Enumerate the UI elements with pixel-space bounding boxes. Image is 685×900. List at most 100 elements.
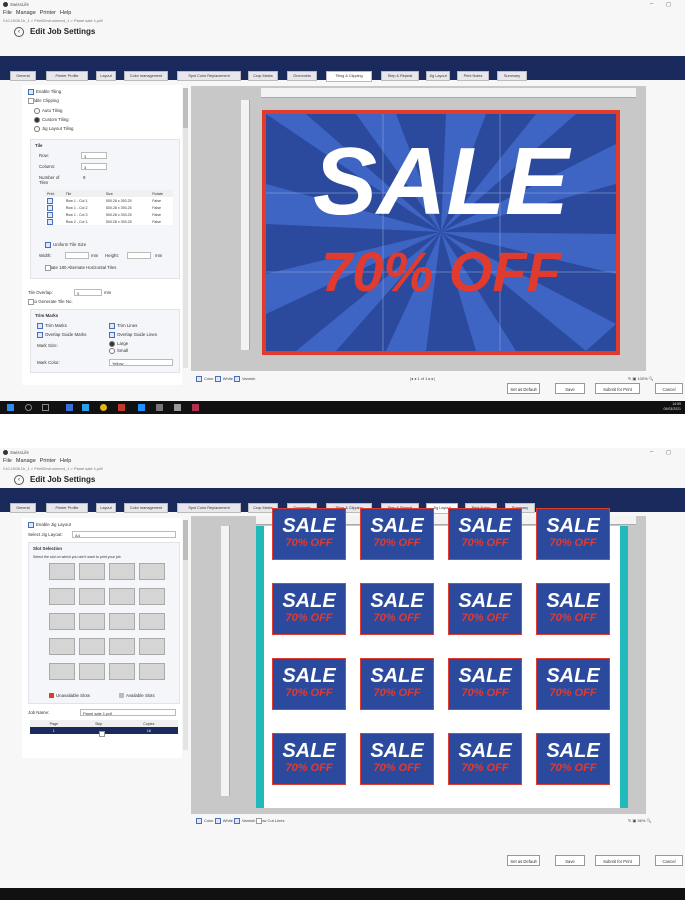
- search-icon[interactable]: [25, 404, 32, 411]
- zoom-level[interactable]: 100%: [637, 376, 647, 381]
- jig-slot[interactable]: [109, 638, 135, 655]
- app-icon[interactable]: [118, 404, 125, 411]
- preview-canvas[interactable]: SALE 70% OFF: [191, 86, 646, 371]
- enable-jig-checkbox[interactable]: Enable Jig Layout: [28, 522, 71, 528]
- tab-printer-profile[interactable]: Printer Profile: [46, 71, 88, 81]
- maximize-button[interactable]: ◻: [666, 449, 671, 456]
- first-page-icon[interactable]: |◂: [410, 376, 413, 381]
- task-view-icon[interactable]: [42, 404, 49, 411]
- save-button[interactable]: Save: [555, 383, 585, 394]
- tab-summary[interactable]: Summary: [497, 71, 527, 81]
- tab-step-repeat[interactable]: Step & Repeat: [381, 71, 419, 81]
- jig-slot[interactable]: [79, 613, 105, 630]
- tile-overlap-field[interactable]: 0: [74, 289, 102, 296]
- tab-grommets[interactable]: Grommets: [287, 71, 317, 81]
- tab-jig-layout[interactable]: Jig Layout: [426, 71, 450, 81]
- back-arrow-icon[interactable]: ‹: [14, 475, 24, 485]
- tab-general[interactable]: General: [10, 503, 36, 513]
- jig-slot[interactable]: [139, 563, 165, 580]
- cancel-button[interactable]: Cancel: [655, 383, 683, 394]
- tab-tiling-clipping[interactable]: Tiling & Clipping: [326, 71, 372, 82]
- varnish-checkbox[interactable]: [234, 818, 241, 824]
- windows-start-icon[interactable]: [7, 404, 14, 411]
- jig-slot[interactable]: [49, 663, 75, 680]
- skip-cell[interactable]: [78, 727, 120, 737]
- jig-slot[interactable]: [139, 638, 165, 655]
- panel-scrollbar[interactable]: [183, 520, 188, 750]
- small-radio[interactable]: Small: [109, 348, 128, 354]
- jig-slot[interactable]: [49, 613, 75, 630]
- jig-slot[interactable]: [139, 663, 165, 680]
- jig-slot[interactable]: [109, 563, 135, 580]
- custom-tiling-radio[interactable]: Custom Tiling: [34, 117, 69, 123]
- fit-icon[interactable]: ▣: [632, 818, 636, 823]
- overlap-guide-marks-checkbox[interactable]: Overlap Guide Marks: [37, 332, 86, 338]
- zoom-icon[interactable]: 🔍: [649, 376, 654, 381]
- height-field[interactable]: [127, 252, 151, 259]
- jig-slot[interactable]: [49, 563, 75, 580]
- print-checkbox[interactable]: [47, 218, 53, 225]
- menu-file[interactable]: File: [3, 10, 12, 16]
- color-checkbox[interactable]: [196, 376, 202, 382]
- last-page-icon[interactable]: ▸|: [432, 376, 435, 381]
- white-checkbox[interactable]: [214, 376, 221, 382]
- panel-scrollbar[interactable]: [183, 88, 188, 368]
- enable-tiling-checkbox[interactable]: Enable Tiling: [28, 89, 61, 95]
- prev-page-icon[interactable]: ◂: [414, 376, 416, 381]
- large-radio[interactable]: Large: [109, 341, 128, 347]
- jig-slot[interactable]: [139, 613, 165, 630]
- jig-slot[interactable]: [139, 588, 165, 605]
- table-row[interactable]: Row 2 - Col 1 500.28 x 393.25 False: [45, 218, 173, 225]
- jig-slot[interactable]: [79, 638, 105, 655]
- skip-checkbox[interactable]: [98, 730, 105, 737]
- jig-slot[interactable]: [49, 638, 75, 655]
- varnish-checkbox[interactable]: [234, 376, 241, 382]
- tab-layout[interactable]: Layout: [96, 503, 116, 513]
- refresh-icon[interactable]: ↻: [628, 376, 631, 381]
- save-button[interactable]: Save: [555, 855, 585, 866]
- minimize-button[interactable]: –: [650, 1, 653, 7]
- uniform-tile-size-checkbox[interactable]: Uniform Tile Size: [45, 242, 86, 248]
- tab-printer-profile[interactable]: Printer Profile: [46, 503, 88, 513]
- jig-slot[interactable]: [49, 588, 75, 605]
- auto-generate-checkbox[interactable]: Auto Generate Tile No.: [28, 299, 73, 305]
- zoom-level[interactable]: 36%: [637, 818, 645, 823]
- enable-clipping-checkbox[interactable]: Enable Clipping: [28, 98, 59, 104]
- row-stepper[interactable]: 3: [81, 152, 107, 159]
- maximize-button[interactable]: ◻: [666, 1, 671, 8]
- set-as-default-button[interactable]: Set as Default: [507, 855, 540, 866]
- app-icon[interactable]: [156, 404, 163, 411]
- mark-color-select[interactable]: Yellow: [109, 359, 173, 366]
- jig-preview-canvas[interactable]: SALE 70% OFF SALE 70% OFF SALE 70% OFF SALE 70%…: [191, 508, 646, 814]
- table-row[interactable]: Row 1 - Col 1 500.28 x 393.25 False: [45, 197, 173, 204]
- column-stepper[interactable]: 3: [81, 163, 107, 170]
- color-checkbox[interactable]: [196, 818, 202, 824]
- menu-printer[interactable]: Printer: [40, 10, 56, 16]
- tab-layout[interactable]: Layout: [96, 71, 116, 81]
- jig-layout-tiling-radio[interactable]: Jig Layout Tiling: [34, 126, 73, 132]
- trim-marks-checkbox[interactable]: Trim Marks: [37, 323, 67, 329]
- overlap-guide-lines-checkbox[interactable]: Overlap Guide Lines: [109, 332, 157, 338]
- jig-slot[interactable]: [109, 588, 135, 605]
- copies-cell[interactable]: 16: [120, 727, 178, 734]
- menu-manage[interactable]: Manage: [16, 10, 36, 16]
- width-field[interactable]: [65, 252, 89, 259]
- table-row[interactable]: Row 1 - Col 3 500.28 x 393.25 False: [45, 211, 173, 218]
- set-as-default-button[interactable]: Set as Default: [507, 383, 540, 394]
- chrome-icon[interactable]: [100, 404, 107, 411]
- menu-manage[interactable]: Manage: [16, 458, 36, 464]
- jig-slot[interactable]: [79, 663, 105, 680]
- print-checkbox[interactable]: [47, 204, 53, 211]
- menu-printer[interactable]: Printer: [40, 458, 56, 464]
- table-row[interactable]: Row 1 - Col 2 500.28 x 393.25 False: [45, 204, 173, 211]
- job-name-dropdown[interactable]: Panel sale 1.pdf: [80, 709, 176, 716]
- auto-tiling-radio[interactable]: Auto Tiling: [34, 108, 63, 114]
- trim-lines-checkbox[interactable]: Trim Lines: [109, 323, 137, 329]
- minimize-button[interactable]: –: [650, 449, 653, 455]
- tab-color-management[interactable]: Color management: [124, 503, 168, 513]
- zoom-icon[interactable]: 🔍: [647, 818, 652, 823]
- tab-spot-color-replacement[interactable]: Spot Color Replacement: [177, 503, 241, 513]
- app-icon[interactable]: [174, 404, 181, 411]
- fit-icon[interactable]: ▣: [632, 376, 636, 381]
- tab-color-management[interactable]: Color management: [124, 71, 168, 81]
